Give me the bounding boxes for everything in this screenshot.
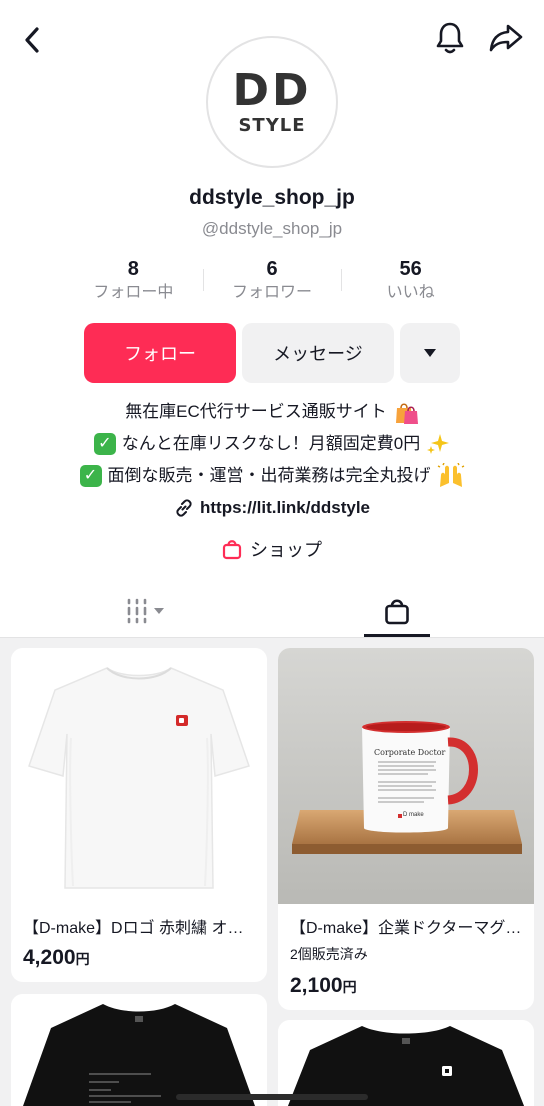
product-image-mug (278, 648, 534, 904)
share-arrow-icon (489, 24, 523, 52)
avatar-logo-style: STYLE (238, 115, 306, 136)
sparkles-emoji-icon (427, 434, 450, 454)
bio-link-row[interactable]: https://lit.link/ddstyle (0, 492, 544, 524)
stat-label: フォロー中 (93, 284, 174, 301)
price-currency: 円 (342, 979, 357, 995)
follow-button[interactable]: フォロー (84, 323, 236, 383)
chevron-left-icon (25, 27, 39, 53)
stat-label: フォロワー (232, 284, 313, 301)
product-card[interactable]: 【D-make】Dロゴ 赤刺繍 オーバーサイズTシャツ 4,200円 (11, 648, 267, 982)
mug-print-brand: D make (403, 812, 424, 818)
notification-button[interactable] (432, 20, 468, 56)
price-value: 2,100 (290, 974, 343, 997)
profile-bio: 無在庫EC代行サービス通販サイト ✓ なんと在庫リスクなし！月額固定費0円 ✓ … (0, 396, 544, 524)
product-price: 4,200円 (23, 946, 90, 970)
product-card[interactable] (11, 994, 267, 1106)
product-image-tshirt (11, 648, 267, 904)
stat-value: 8 (127, 258, 139, 280)
stat-value: 6 (266, 258, 278, 280)
check-mark-icon: ✓ (93, 433, 116, 455)
active-tab-indicator (364, 634, 430, 637)
tab-shop[interactable] (364, 584, 430, 638)
username: ddstyle_shop_jp (189, 186, 355, 209)
bio-text: なんと在庫リスクなし！月額固定費0円 (121, 434, 421, 453)
mug-print-heading: Corporate Doctor (374, 748, 446, 757)
back-button[interactable] (14, 22, 50, 58)
avatar-logo-dd: DD (232, 65, 312, 116)
shopping-bags-emoji-icon (395, 403, 418, 424)
shopping-bag-icon (222, 540, 242, 560)
bell-icon (436, 22, 464, 54)
avatar[interactable]: DD STYLE (206, 36, 338, 168)
user-handle: @ddstyle_shop_jp (201, 219, 343, 238)
product-image-black-tshirt (11, 994, 267, 1106)
raising-hands-emoji-icon (437, 463, 464, 487)
shopping-bag-icon (385, 599, 409, 625)
content-tabs (0, 584, 544, 638)
message-button[interactable]: メッセージ (242, 323, 394, 383)
product-card[interactable]: Corporate Doctor D make 【D-make】企業ドクターマグ… (278, 648, 534, 1010)
stat-value: 56 (399, 258, 422, 280)
stat-label: いいね (386, 284, 435, 301)
shop-link[interactable]: ショップ (0, 536, 544, 562)
tab-videos[interactable] (110, 584, 186, 638)
grid-columns-icon (127, 598, 164, 624)
price-currency: 円 (75, 951, 90, 967)
share-button[interactable] (486, 20, 526, 56)
stat-followers[interactable]: 6 フォロワー (202, 257, 342, 307)
product-sold-count: 2個販売済み (290, 946, 368, 962)
bio-line: ✓ なんと在庫リスクなし！月額固定費0円 (0, 428, 544, 460)
product-price: 2,100円 (290, 974, 357, 998)
home-indicator (176, 1094, 368, 1100)
bio-text: 面倒な販売・運営・出荷業務は完全丸投げ (107, 466, 431, 485)
check-mark-icon: ✓ (79, 465, 102, 487)
bio-line: ✓ 面倒な販売・運営・出荷業務は完全丸投げ (0, 460, 544, 492)
stat-likes[interactable]: 56 いいね (341, 257, 480, 307)
product-title: 【D-make】Dロゴ 赤刺繍 オーバーサイズTシャツ (23, 920, 259, 937)
bio-link[interactable]: https://lit.link/ddstyle (200, 492, 370, 524)
more-options-button[interactable] (400, 323, 460, 383)
bio-text: 無在庫EC代行サービス通販サイト (125, 402, 387, 421)
price-value: 4,200 (23, 946, 76, 969)
shop-label: ショップ (250, 540, 322, 560)
bio-line: 無在庫EC代行サービス通販サイト (0, 396, 544, 428)
link-icon (176, 499, 192, 517)
profile-stats: 8 フォロー中 6 フォロワー 56 いいね (64, 257, 480, 307)
stat-following[interactable]: 8 フォロー中 (64, 257, 203, 307)
product-title: 【D-make】企業ドクターマグカップ (290, 920, 526, 937)
caret-down-icon (424, 349, 436, 357)
